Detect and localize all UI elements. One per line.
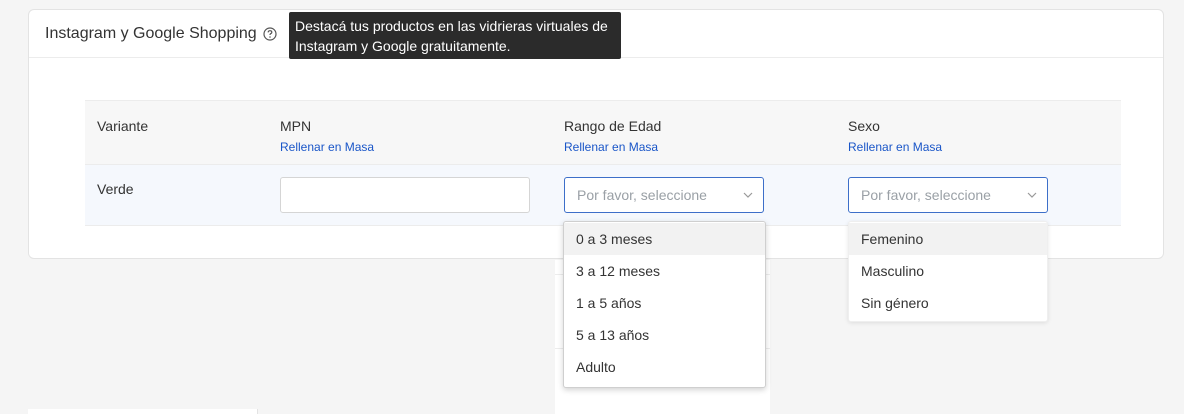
- mpn-input[interactable]: [280, 177, 530, 213]
- age-fill-link[interactable]: Rellenar en Masa: [564, 140, 661, 154]
- table-row: Verde Por favor, seleccione Por favor, s…: [85, 165, 1121, 226]
- age-range-select[interactable]: Por favor, seleccione: [564, 177, 764, 213]
- age-range-dropdown: 0 a 3 meses 3 a 12 meses 1 a 5 años 5 a …: [563, 221, 766, 388]
- header-rango-edad: Rango de Edad: [564, 118, 662, 134]
- gender-dropdown: Femenino Masculino Sin género: [848, 221, 1048, 322]
- gender-option[interactable]: Femenino: [849, 223, 1047, 255]
- gender-option[interactable]: Masculino: [849, 255, 1047, 287]
- age-select-placeholder: Por favor, seleccione: [577, 187, 707, 203]
- header-sexo: Sexo: [848, 118, 880, 134]
- age-option[interactable]: 1 a 5 años: [564, 287, 765, 319]
- gender-select[interactable]: Por favor, seleccione: [848, 177, 1048, 213]
- gender-select-placeholder: Por favor, seleccione: [861, 187, 991, 203]
- header-mpn: MPN: [280, 118, 312, 134]
- background-panel: [28, 409, 258, 414]
- mpn-fill-link[interactable]: Rellenar en Masa: [280, 140, 374, 154]
- table-header: Variante MPN Rellenar en Masa Rango de E…: [85, 100, 1121, 165]
- header-variante: Variante: [97, 118, 149, 134]
- age-option[interactable]: 5 a 13 años: [564, 319, 765, 351]
- card-title: Instagram y Google Shopping: [45, 24, 257, 42]
- variant-name: Verde: [97, 181, 134, 197]
- chevron-down-icon: [743, 192, 753, 198]
- age-option[interactable]: 0 a 3 meses: [564, 223, 765, 255]
- variants-table: Variante MPN Rellenar en Masa Rango de E…: [85, 100, 1121, 226]
- chevron-down-icon: [1027, 192, 1037, 198]
- age-option[interactable]: Adulto: [564, 351, 765, 383]
- age-option[interactable]: 3 a 12 meses: [564, 255, 765, 287]
- help-icon[interactable]: [263, 26, 277, 41]
- gender-fill-link[interactable]: Rellenar en Masa: [848, 140, 942, 154]
- help-tooltip: Destacá tus productos en las vidrieras v…: [289, 12, 621, 59]
- gender-option[interactable]: Sin género: [849, 287, 1047, 319]
